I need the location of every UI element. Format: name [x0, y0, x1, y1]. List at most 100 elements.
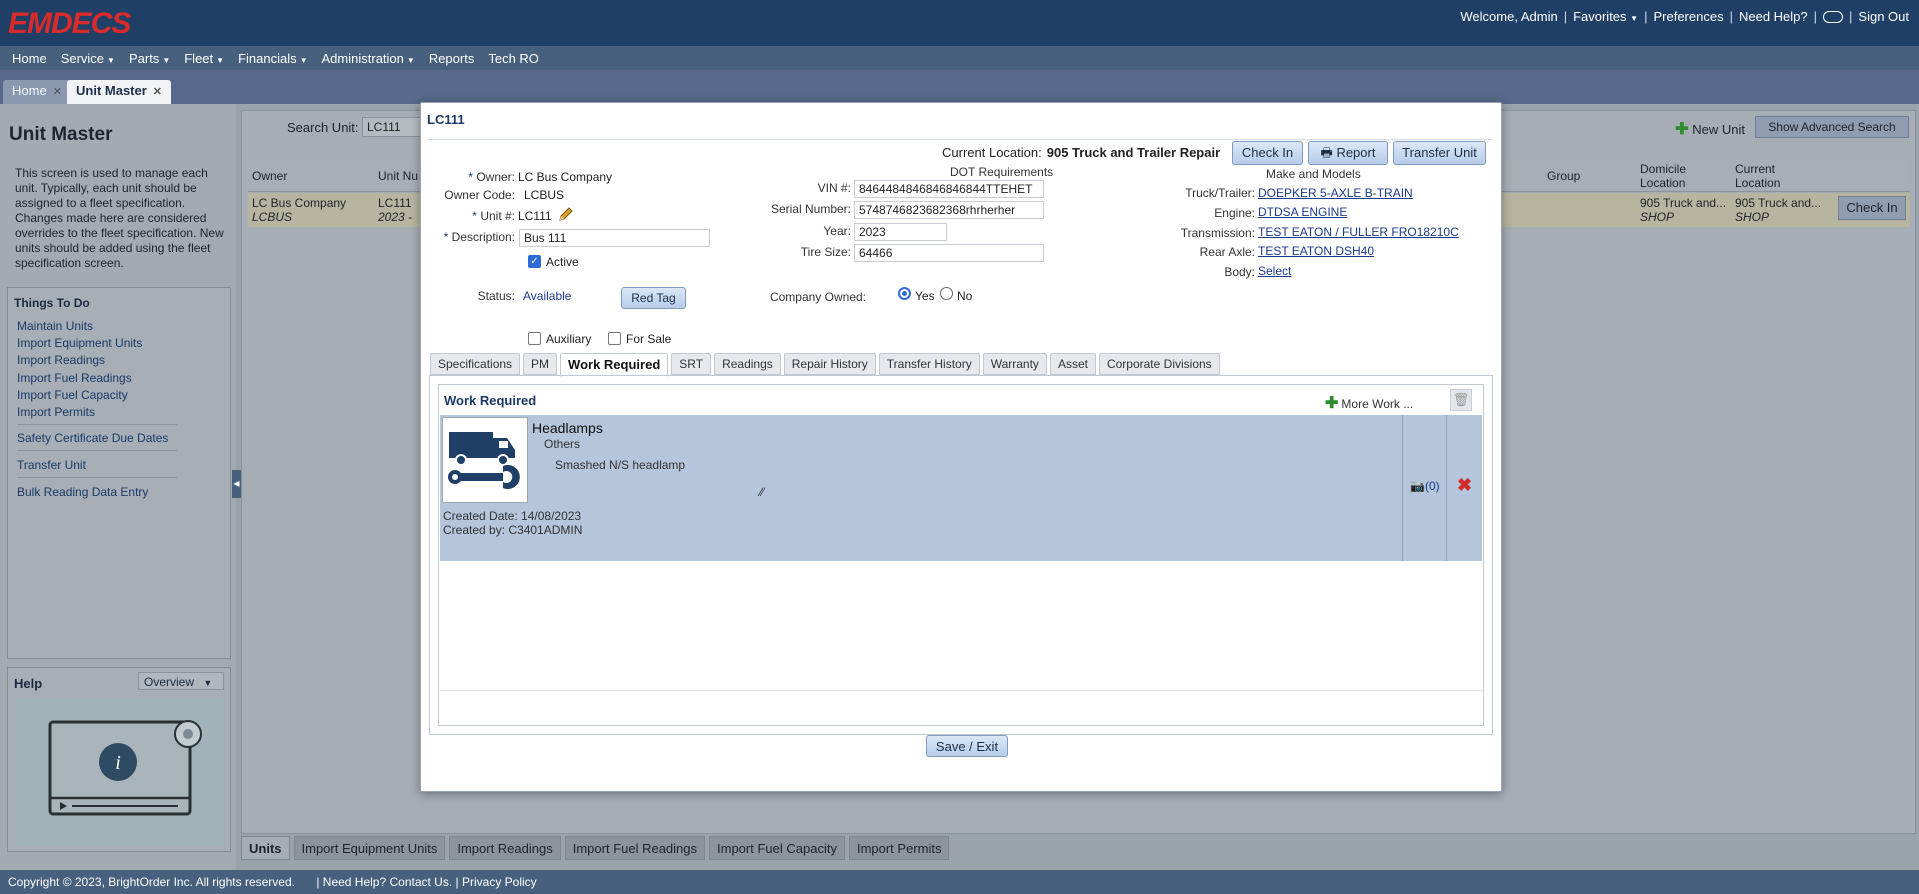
menu-parts[interactable]: Parts ▼ — [129, 51, 170, 66]
emdecs-logo[interactable]: EMDECS — [8, 7, 131, 41]
truck-trailer-link[interactable]: DOEPKER 5-AXLE B-TRAIN — [1258, 186, 1413, 200]
delete-icon[interactable]: ✖ — [1457, 475, 1472, 496]
tab-srt[interactable]: SRT — [671, 353, 712, 375]
description-input[interactable]: Bus 111 — [519, 229, 710, 247]
work-item[interactable]: Headlamps Others Smashed N/S headlamp ⁄⁄… — [440, 415, 1482, 561]
transmission-label: Transmission: — [1180, 226, 1255, 240]
tab-asset[interactable]: Asset — [1049, 353, 1096, 375]
tab-warranty[interactable]: Warranty — [982, 353, 1047, 375]
rear-axle-label: Rear Axle: — [1199, 245, 1255, 259]
help-topic-select[interactable]: Overview ▼ — [138, 672, 224, 690]
tab-repair-history[interactable]: Repair History — [783, 353, 876, 375]
tab-readings[interactable]: Readings — [714, 353, 781, 375]
tab-import-fuel-readings[interactable]: Import Fuel Readings — [564, 836, 706, 860]
preferences-link[interactable]: Preferences — [1653, 9, 1723, 24]
tab-transfer-history[interactable]: Transfer History — [878, 353, 980, 375]
link-import-equipment-units[interactable]: Import Equipment Units — [17, 336, 142, 350]
pencil-icon[interactable] — [557, 207, 573, 223]
col-domicile[interactable]: Domicile Location — [1640, 162, 1710, 190]
for-sale-checkbox[interactable] — [608, 332, 621, 345]
tire-size-input[interactable]: 64466 — [854, 244, 1044, 262]
engine-link[interactable]: DTDSA ENGINE — [1258, 205, 1347, 219]
serial-label: Serial Number: — [770, 202, 851, 216]
row-check-in-button[interactable]: Check In — [1838, 196, 1906, 220]
auxiliary-checkbox[interactable] — [528, 332, 541, 345]
chat-icon[interactable] — [1823, 10, 1844, 23]
need-help-link[interactable]: Need Help? — [1739, 9, 1808, 24]
unit-label: * Unit #: — [472, 209, 515, 223]
tab-import-fuel-capacity[interactable]: Import Fuel Capacity — [709, 836, 845, 860]
more-work-button[interactable]: ✚ More Work ... — [1325, 393, 1413, 413]
photos-link[interactable]: 📷(0) — [1410, 479, 1440, 493]
red-tag-button[interactable]: Red Tag — [621, 287, 686, 309]
vin-input[interactable]: 8464484846846846844TTEHET — [854, 180, 1044, 198]
serial-input[interactable]: 5748746823682368rhrherher — [854, 201, 1044, 219]
active-checkbox[interactable]: ✓ — [528, 255, 541, 268]
link-import-readings[interactable]: Import Readings — [17, 353, 105, 367]
contact-link[interactable]: Need Help? Contact Us. — [323, 875, 452, 889]
no-label: No — [957, 289, 973, 303]
tab-import-equipment-units[interactable]: Import Equipment Units — [293, 836, 446, 860]
tire-size-label: Tire Size: — [800, 245, 851, 259]
rear-axle-link[interactable]: TEST EATON DSH40 — [1258, 244, 1374, 258]
tab-import-readings[interactable]: Import Readings — [449, 836, 561, 860]
help-video[interactable]: i — [16, 698, 224, 846]
work-item-description: Smashed N/S headlamp — [555, 458, 686, 472]
plus-icon: ✚ — [1675, 121, 1689, 138]
link-bulk-reading[interactable]: Bulk Reading Data Entry — [17, 485, 148, 499]
advanced-search-button[interactable]: Show Advanced Search — [1755, 116, 1909, 138]
description-label: * Description: — [443, 230, 515, 244]
col-current-location[interactable]: Current Location — [1735, 162, 1805, 190]
tab-specifications[interactable]: Specifications — [430, 353, 521, 375]
menu-financials[interactable]: Financials ▼ — [238, 51, 307, 66]
menu-reports[interactable]: Reports — [429, 51, 475, 66]
col-group[interactable]: Group — [1547, 169, 1580, 183]
work-required-panel: Work Required ✚ More Work ... 🗑 Headlamp… — [438, 384, 1484, 726]
tab-work-required[interactable]: Work Required — [560, 353, 669, 377]
menu-administration[interactable]: Administration ▼ — [322, 51, 415, 66]
company-owned-label: Company Owned: — [769, 290, 866, 304]
check-in-button[interactable]: Check In — [1232, 141, 1303, 165]
link-transfer-unit[interactable]: Transfer Unit — [17, 458, 86, 472]
transmission-link[interactable]: TEST EATON / FULLER FRO18210C — [1258, 225, 1459, 239]
body-label: Body: — [1224, 265, 1255, 279]
link-import-fuel-capacity[interactable]: Import Fuel Capacity — [17, 388, 128, 402]
yes-label: Yes — [915, 289, 935, 303]
body-select-link[interactable]: Select — [1258, 264, 1291, 278]
link-import-permits[interactable]: Import Permits — [17, 405, 95, 419]
favorites-menu[interactable]: Favorites ▼ — [1573, 9, 1638, 24]
new-unit-button[interactable]: ✚ New Unit — [1675, 119, 1745, 139]
work-required-title: Work Required — [444, 393, 537, 408]
company-owned-no-radio[interactable] — [940, 287, 953, 300]
owner-code-label: Owner Code: — [444, 188, 515, 202]
close-icon[interactable]: ✕ — [153, 86, 162, 98]
link-import-fuel-readings[interactable]: Import Fuel Readings — [17, 371, 132, 385]
collapse-panel-handle[interactable]: ◀ — [232, 470, 241, 498]
privacy-link[interactable]: Privacy Policy — [462, 875, 537, 889]
menu-tech-ro[interactable]: Tech RO — [488, 51, 539, 66]
tab-pm[interactable]: PM — [523, 353, 558, 375]
sign-out-link[interactable]: Sign Out — [1858, 9, 1909, 24]
year-label: Year: — [823, 224, 851, 238]
menu-service[interactable]: Service ▼ — [61, 51, 115, 66]
tab-corporate-divisions[interactable]: Corporate Divisions — [1098, 353, 1220, 375]
divider — [17, 477, 177, 478]
menu-home[interactable]: Home — [12, 51, 47, 66]
trash-icon[interactable]: 🗑 — [1450, 389, 1472, 411]
report-button[interactable]: 🖶 Report — [1308, 141, 1388, 165]
menu-fleet[interactable]: Fleet ▼ — [184, 51, 224, 66]
tab-home[interactable]: Home ✕ — [3, 80, 71, 104]
tab-unit-master[interactable]: Unit Master ✕ — [67, 80, 172, 104]
link-safety-certificate[interactable]: Safety Certificate Due Dates — [17, 431, 168, 445]
tab-units[interactable]: Units — [241, 836, 290, 860]
tab-import-permits[interactable]: Import Permits — [848, 836, 950, 860]
col-unit-number[interactable]: Unit Nu — [378, 169, 418, 183]
transfer-unit-button[interactable]: Transfer Unit — [1393, 141, 1486, 165]
close-icon[interactable]: ✕ — [53, 86, 62, 98]
year-input[interactable]: 2023 — [854, 223, 947, 241]
company-owned-yes-radio[interactable] — [898, 287, 911, 300]
resize-handle-icon[interactable]: ⁄⁄ — [760, 485, 764, 499]
col-owner[interactable]: Owner — [252, 169, 287, 183]
link-maintain-units[interactable]: Maintain Units — [17, 319, 93, 333]
save-exit-button[interactable]: Save / Exit — [926, 735, 1008, 757]
